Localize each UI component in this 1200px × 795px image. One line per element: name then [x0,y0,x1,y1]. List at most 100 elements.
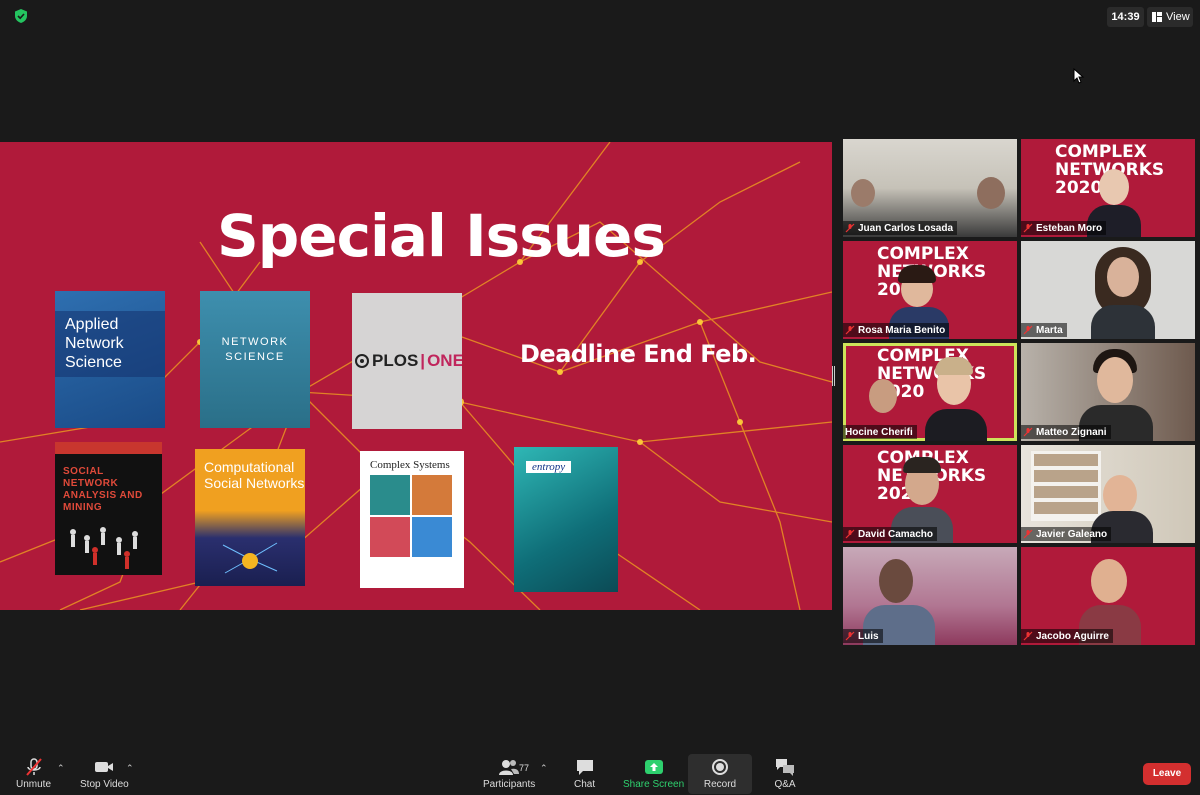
participant-name-tag: Javier Galeano [1021,527,1112,541]
muted-microphone-icon [25,758,42,776]
participant-tile[interactable]: Luis [843,547,1017,645]
participant-name-tag: Juan Carlos Losada [843,221,958,235]
cover-title: SOCIAL NETWORK ANALYSIS AND MINING [63,466,143,513]
stop-video-label: Stop Video [80,779,129,790]
record-button[interactable]: Record [688,754,752,794]
participant-tile[interactable]: Javier Galeano [1021,445,1195,543]
slide-title: Special Issues [217,202,666,270]
participant-name-tag: Hocine Cherifi [843,425,917,439]
cover-title: Complex Systems [370,459,450,471]
participant-body [925,409,987,441]
participant-face [851,179,875,207]
plos-one-label: ONE [427,351,462,370]
muted-mic-icon [845,223,855,233]
qa-label: Q&A [774,779,796,790]
participants-button[interactable]: Participants [483,757,535,790]
chat-button[interactable]: Chat [574,757,595,790]
share-screen-icon [644,760,663,774]
participant-name: David Camacho [858,528,934,540]
shield-check-icon[interactable] [14,9,28,23]
participants-options-caret-icon[interactable]: ⌃ [540,763,548,774]
record-icon [712,759,728,775]
record-label: Record [703,779,737,790]
muted-mic-icon [1023,427,1033,437]
participant-face [1097,357,1133,403]
participant-name: Rosa Maria Benito [858,324,946,336]
participant-name: Esteban Moro [1036,222,1103,234]
zoom-meeting-window: 14:39 View Special Issues Applied Networ… [0,0,1200,795]
participants-count: 77 [519,763,530,773]
participant-name-tag: Matteo Zignani [1021,425,1111,439]
cover-graphic [412,517,452,557]
participant-name-tag: Rosa Maria Benito [843,323,950,337]
cover-title: entropy [526,461,572,473]
participant-hair [898,265,936,283]
participant-name: Jacobo Aguirre [1036,630,1109,642]
plos-separator: | [420,351,426,370]
unmute-button[interactable]: Unmute [16,757,51,790]
chat-bubble-icon [576,760,593,775]
participant-tile[interactable]: Juan Carlos Losada [843,139,1017,237]
participant-name-tag: David Camacho [843,527,938,541]
muted-mic-icon [1023,631,1033,641]
cover-title: Computational Social Networks [204,459,305,491]
participant-name-tag: Luis [843,629,883,643]
participant-name: Luis [858,630,879,642]
participant-face [869,379,897,413]
resize-handle[interactable] [832,366,835,386]
participants-label: Participants [483,779,536,790]
qa-icon [776,759,794,776]
grid-view-icon [1152,12,1162,22]
plos-one-cover: PLOS | ONE [352,293,462,429]
shared-screen-slide: Special Issues Applied Network Science N… [0,142,832,610]
banner-line: COMPLEX [1055,142,1147,162]
deadline-text: Deadline End Feb. [520,340,757,368]
participant-hair [903,457,941,473]
share-screen-label: Share Screen [623,779,685,790]
participant-tile[interactable]: Jacobo Aguirre [1021,547,1195,645]
participant-tile[interactable]: COMPLEXNETWORKS2020 Rosa Maria Benito [843,241,1017,339]
leave-meeting-button[interactable]: Leave [1143,763,1191,785]
stop-video-button[interactable]: Stop Video [80,757,129,790]
participant-face [1103,475,1137,515]
participant-name: Hocine Cherifi [845,426,913,438]
view-button[interactable]: View [1147,7,1193,27]
share-screen-button[interactable]: Share Screen [623,757,684,790]
entropy-cover: entropy [514,447,618,592]
cover-graphic [370,517,410,557]
cover-band [55,442,162,454]
participant-name: Matteo Zignani [1036,426,1107,438]
complex-systems-cover: Complex Systems [360,451,464,588]
participant-face [1107,257,1139,297]
sna-cover: SOCIAL NETWORK ANALYSIS AND MINING [55,442,162,575]
participant-name-tag: Marta [1021,323,1067,337]
muted-mic-icon [1023,325,1033,335]
participant-face [1099,169,1129,205]
cover-graphic [370,475,410,515]
participant-tile[interactable]: Marta [1021,241,1195,339]
audio-options-caret-icon[interactable]: ⌃ [57,763,65,774]
participant-body [1091,305,1155,339]
video-camera-icon [95,762,114,772]
participant-tile[interactable]: COMPLEXNETWORKS2020 Esteban Moro [1021,139,1195,237]
muted-mic-icon [845,325,855,335]
participant-face [977,177,1005,209]
participant-hair [935,357,973,375]
meeting-toolbar: Unmute ⌃ Stop Video ⌃ Participants 77 ⌃ … [0,753,1200,795]
cover-title: NETWORK SCIENCE [221,336,289,363]
cover-graphic [412,475,452,515]
muted-mic-icon [845,529,855,539]
muted-mic-icon [1023,223,1033,233]
banner-line: 2020 [1055,178,1103,198]
unmute-label: Unmute [16,779,52,790]
video-options-caret-icon[interactable]: ⌃ [126,763,134,774]
participant-tile[interactable]: Matteo Zignani [1021,343,1195,441]
qa-button[interactable]: Q&A [774,757,796,790]
participant-face [1091,559,1127,603]
plos-label: PLOS [372,351,419,370]
muted-mic-icon [1023,529,1033,539]
participant-tile-active-speaker[interactable]: COMPLEX NETWORKS 2020 Hocine Cherifi [843,343,1017,441]
participant-tile[interactable]: COMPLEXNETWORKS2020 David Camacho [843,445,1017,543]
mouse-cursor-icon [1073,68,1085,84]
muted-mic-icon [845,631,855,641]
